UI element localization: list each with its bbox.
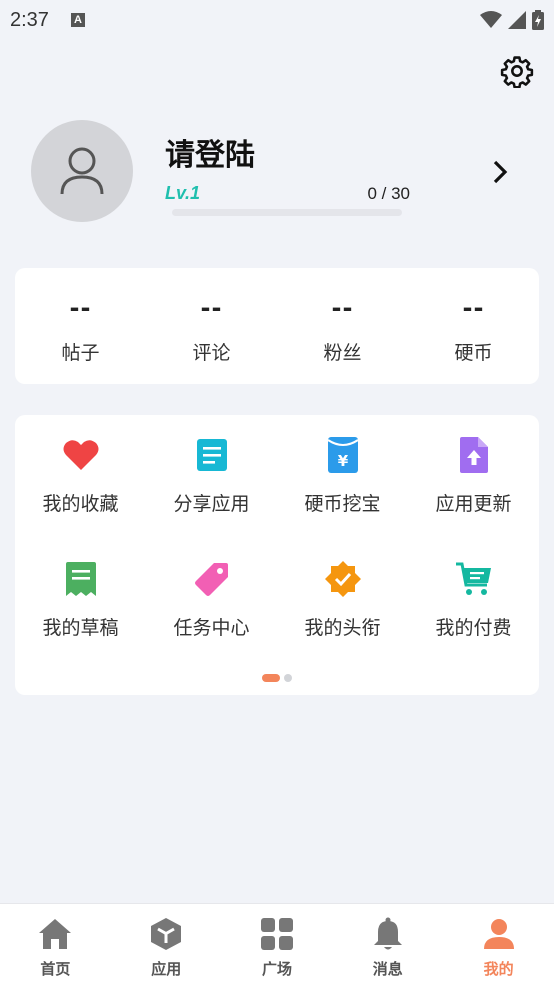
status-time: 2:37 <box>10 8 49 31</box>
menu-item-titles[interactable]: 我的头衔 <box>277 559 408 653</box>
tag-icon <box>192 559 232 599</box>
menu-card: 我的收藏 分享应用 ¥ 硬币挖宝 应用更新 我的草稿 任务中心 我的头衔 我的付… <box>15 415 539 695</box>
stat-value: -- <box>69 294 92 322</box>
bell-icon <box>370 916 406 952</box>
menu-item-drafts[interactable]: 我的草稿 <box>15 559 146 653</box>
nav-apps[interactable]: 应用 <box>111 904 222 984</box>
file-upload-icon <box>454 435 494 475</box>
grid-icon <box>259 916 295 952</box>
cart-icon <box>454 559 494 599</box>
yen-envelope-icon: ¥ <box>323 435 363 475</box>
menu-item-label: 我的付费 <box>435 617 512 639</box>
menu-item-app-update[interactable]: 应用更新 <box>408 435 539 529</box>
nav-label: 应用 <box>151 960 182 978</box>
profile-arrow-button[interactable] <box>488 158 512 186</box>
user-placeholder-icon <box>60 147 104 195</box>
menu-item-task-center[interactable]: 任务中心 <box>146 559 277 653</box>
stat-value: -- <box>331 294 354 322</box>
cube-icon <box>148 916 184 952</box>
page-dot-active <box>262 674 280 682</box>
stat-value: -- <box>462 294 485 322</box>
menu-item-label: 硬币挖宝 <box>304 493 381 515</box>
bottom-nav: 首页 应用 广场 消息 我的 <box>0 903 554 984</box>
status-icons <box>480 10 544 30</box>
receipt-icon <box>61 559 101 599</box>
menu-item-label: 我的头衔 <box>304 617 381 639</box>
menu-item-payments[interactable]: 我的付费 <box>408 559 539 653</box>
menu-item-label: 应用更新 <box>435 493 512 515</box>
nav-label: 首页 <box>40 960 71 978</box>
login-prompt[interactable]: 请登陆 <box>165 130 255 174</box>
nav-square[interactable]: 广场 <box>222 904 333 984</box>
chevron-right-icon <box>493 160 508 184</box>
stat-label: 帖子 <box>61 342 100 364</box>
document-list-icon <box>192 435 232 475</box>
menu-grid: 我的收藏 分享应用 ¥ 硬币挖宝 应用更新 我的草稿 任务中心 我的头衔 我的付… <box>15 435 539 653</box>
menu-item-label: 我的草稿 <box>42 617 119 639</box>
stats-card: -- 帖子 -- 评论 -- 粉丝 -- 硬币 <box>15 268 539 384</box>
battery-icon <box>532 10 544 30</box>
exp-progress-bar <box>172 209 402 216</box>
gear-icon <box>500 56 534 88</box>
nav-mine[interactable]: 我的 <box>443 904 554 984</box>
level-label: Lv.1 <box>165 183 201 203</box>
menu-item-label: 分享应用 <box>173 493 250 515</box>
badge-check-icon <box>323 559 363 599</box>
wifi-icon <box>480 11 502 28</box>
nav-home[interactable]: 首页 <box>0 904 111 984</box>
menu-item-coin-treasure[interactable]: ¥ 硬币挖宝 <box>277 435 408 529</box>
notification-icon: A <box>70 13 85 27</box>
stat-label: 硬币 <box>454 342 493 364</box>
nav-label: 消息 <box>372 960 403 978</box>
heart-icon <box>61 435 101 475</box>
signal-icon <box>508 11 526 29</box>
settings-button[interactable] <box>498 52 536 90</box>
svg-text:¥: ¥ <box>337 452 348 470</box>
stat-coins[interactable]: -- 硬币 <box>408 268 539 384</box>
page-indicator <box>15 674 539 682</box>
status-bar: 2:37 A <box>0 0 554 40</box>
stat-label: 粉丝 <box>323 342 362 364</box>
menu-item-favorites[interactable]: 我的收藏 <box>15 435 146 529</box>
stat-posts[interactable]: -- 帖子 <box>15 268 146 384</box>
stat-label: 评论 <box>192 342 231 364</box>
menu-item-label: 我的收藏 <box>42 493 119 515</box>
avatar[interactable] <box>31 120 133 222</box>
home-icon <box>37 916 73 952</box>
menu-item-share-app[interactable]: 分享应用 <box>146 435 277 529</box>
menu-item-label: 任务中心 <box>173 617 250 639</box>
nav-messages[interactable]: 消息 <box>332 904 443 984</box>
person-icon <box>481 916 517 952</box>
page-dot <box>284 674 292 682</box>
stat-value: -- <box>200 294 223 322</box>
nav-label: 我的 <box>483 960 514 978</box>
stat-comments[interactable]: -- 评论 <box>146 268 277 384</box>
stat-fans[interactable]: -- 粉丝 <box>277 268 408 384</box>
exp-progress-text: 0 / 30 <box>367 184 410 203</box>
nav-label: 广场 <box>261 960 292 978</box>
